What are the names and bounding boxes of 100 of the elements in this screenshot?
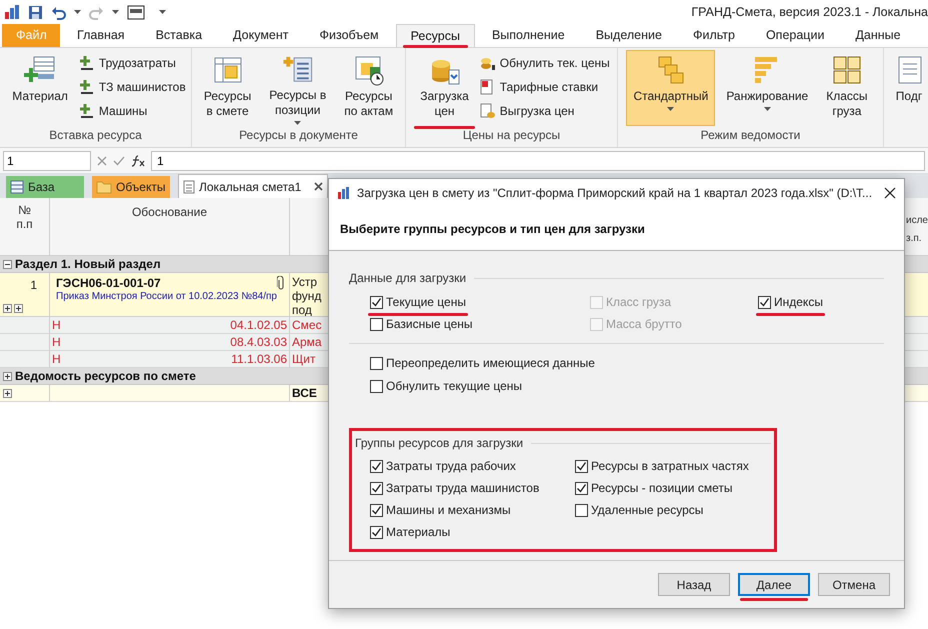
database-icon — [10, 180, 24, 194]
expand-icon[interactable] — [14, 304, 23, 313]
ribbon-button[interactable]: Подг — [886, 50, 928, 126]
ribbon-small-button[interactable]: Тарифные ставки — [480, 76, 610, 98]
checkbox-label[interactable]: Машины и механизмы — [386, 501, 511, 519]
caret-icon — [667, 107, 674, 111]
cancel-icon[interactable] — [97, 156, 107, 166]
checkbox-label[interactable]: Затраты труда машинистов — [386, 479, 540, 497]
document-tab[interactable]: Объекты — [92, 176, 170, 198]
ribbon-small-button[interactable]: ТЗ машинистов — [78, 76, 186, 98]
ribbon-tab[interactable]: Операции — [752, 24, 838, 47]
ribbon-tab[interactable]: Выделение — [582, 24, 676, 47]
ribbon-tab[interactable]: Фильтр — [678, 24, 749, 47]
plus-icon — [78, 79, 95, 95]
document-icon — [183, 180, 195, 194]
close-icon[interactable] — [884, 187, 896, 199]
dialog-button[interactable]: Назад — [658, 573, 730, 596]
checkbox[interactable] — [370, 318, 383, 330]
ribbon-tab[interactable]: Физобъем — [306, 24, 393, 47]
collapse-icon[interactable] — [3, 260, 12, 268]
checkbox-label[interactable]: Затраты труда рабочих — [386, 457, 516, 475]
ribbon-tab[interactable]: Выполнение — [478, 24, 579, 47]
group-label: Цены на ресурсы — [462, 127, 562, 144]
ribbon-small-button[interactable]: Трудозатраты — [78, 52, 186, 74]
checkbox[interactable] — [575, 482, 588, 494]
table-cell: Смес — [292, 318, 322, 332]
dialog-button[interactable]: Отмена — [818, 573, 890, 596]
checkbox-label[interactable]: Удаленные ресурсы — [591, 501, 704, 519]
document-tab[interactable]: База — [6, 176, 84, 198]
paperclip-icon[interactable] — [277, 276, 285, 290]
caret-icon — [112, 10, 119, 14]
source-link[interactable]: Приказ Минстроя России от 10.02.2023 №84/пр — [56, 290, 277, 303]
coin-icon — [480, 55, 496, 71]
group-label: Режим ведомости — [700, 127, 802, 144]
expand-icon[interactable] — [3, 388, 12, 398]
dialog-heading: Выберите группы ресурсов и тип цен для загрузки — [340, 220, 645, 238]
ribbon-button[interactable]: Материал — [5, 50, 75, 126]
calculator-icon[interactable] — [127, 4, 145, 20]
table-cell-text: Н — [52, 334, 61, 351]
ribbon-small-button[interactable]: Выгрузка цен — [480, 100, 610, 122]
expand-icon[interactable] — [3, 372, 12, 380]
checkbox-label[interactable]: Переопределить имеющиеся данные — [386, 354, 595, 372]
caret-icon — [159, 10, 166, 14]
ribbon-tab[interactable]: Главная — [63, 24, 139, 47]
ribbon-button[interactable]: Классы груза — [819, 50, 875, 126]
section-label: Группы ресурсов для загрузки — [355, 435, 524, 452]
ribbon-button[interactable]: Ресурсы в смете — [196, 50, 258, 126]
table-cell-text: 04.1.02.05 — [230, 317, 287, 334]
caret-icon — [294, 121, 302, 125]
checkbox[interactable] — [575, 504, 588, 516]
checkbox[interactable] — [370, 482, 383, 494]
document-tab[interactable]: Локальная смета1 — [178, 174, 328, 198]
checkbox[interactable] — [370, 460, 383, 472]
ribbon-small-button[interactable]: Машины — [78, 100, 186, 122]
ribbon-button[interactable]: Загрузка цен — [413, 50, 476, 126]
dialog-title: Загрузка цен в смету из "Сплит-форма Приморский край на 1 квартал 2023 года.xlsx" (D:\T... — [357, 185, 874, 202]
table-clock-icon — [352, 54, 385, 86]
check-icon[interactable] — [113, 156, 125, 166]
table-cell-text: Н — [52, 317, 61, 334]
table-cell: ВСЕ — [292, 386, 317, 400]
ribbon-tab[interactable]: Ресурсы — [396, 24, 475, 47]
close-icon[interactable] — [314, 182, 323, 191]
checkbox[interactable] — [758, 296, 771, 308]
checkbox[interactable] — [370, 296, 383, 308]
checkbox[interactable] — [575, 460, 588, 472]
checkbox[interactable] — [370, 356, 383, 370]
table-cell-text: ГЭСН06-01-001-07 — [56, 276, 162, 290]
ribbon-tab[interactable]: Вставка — [142, 24, 216, 47]
section-label: Данные для загрузки — [349, 270, 466, 287]
table-cell-text: 1 — [29, 277, 37, 294]
table-cell-text: 08.4.03.03 — [230, 334, 287, 351]
checkbox[interactable] — [370, 504, 383, 516]
checkbox-label[interactable]: Обнулить текущие цены — [386, 377, 522, 395]
formula-field[interactable]: 1 — [151, 150, 925, 170]
ribbon-button[interactable]: Ранжирование — [719, 50, 816, 126]
function-icon[interactable] — [131, 154, 145, 166]
ribbon-small-button[interactable]: Обнулить тек. цены — [480, 52, 610, 74]
grid-icon — [830, 54, 863, 86]
checkbox-label[interactable]: Базисные цены — [386, 315, 473, 333]
ribbon-button[interactable]: Ресурсы в позиции — [262, 50, 334, 126]
checkbox-label[interactable]: Текущие цены — [386, 293, 466, 311]
ribbon-tab[interactable]: Данные — [841, 24, 915, 47]
expand-icon[interactable] — [3, 304, 12, 313]
cell-name-field[interactable]: 1 — [3, 150, 91, 170]
save-icon[interactable] — [28, 4, 43, 20]
group-label: Вставка ресурса — [48, 127, 143, 144]
checkbox[interactable] — [370, 380, 383, 392]
checkbox-label[interactable]: Ресурсы в затратных частях — [591, 457, 749, 475]
ribbon-tab[interactable]: Документ — [219, 24, 302, 47]
checkbox-label[interactable]: Материалы — [386, 523, 450, 541]
checkbox-label[interactable]: Индексы — [774, 293, 823, 311]
group-label: Ресурсы в документе — [238, 127, 359, 144]
app-icon[interactable] — [4, 4, 20, 20]
table-cell: Щит — [292, 352, 316, 366]
plus-icon — [78, 103, 95, 119]
ribbon-button[interactable]: Ресурсы по актам — [337, 50, 400, 126]
checkbox[interactable] — [370, 526, 383, 538]
undo-icon[interactable] — [51, 4, 66, 20]
checkbox-label[interactable]: Ресурсы - позиции сметы — [591, 479, 732, 497]
ribbon-button[interactable]: Стандартный — [626, 50, 716, 126]
